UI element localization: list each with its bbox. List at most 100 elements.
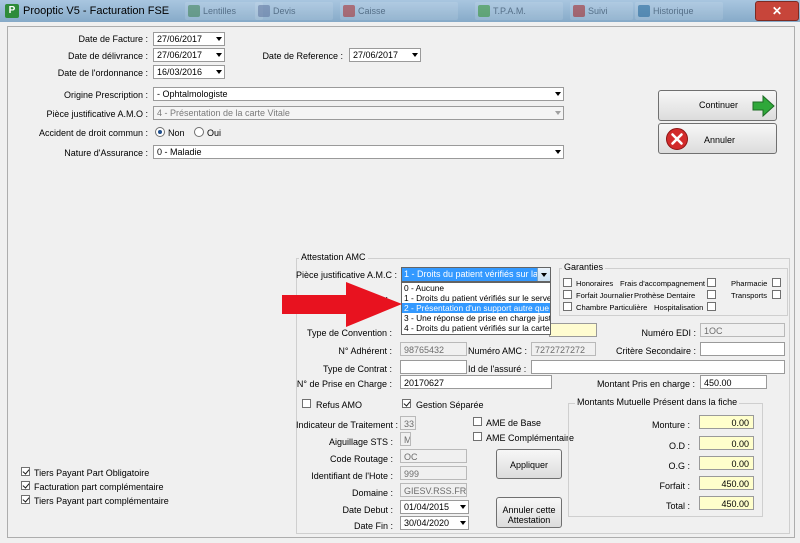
forfait-journalier-checkbox[interactable] (563, 290, 572, 299)
dropdown-option[interactable]: 1 - Droits du patient vérifiés sur le se… (402, 293, 550, 303)
refus-amo-checkbox[interactable] (302, 399, 311, 408)
transports-checkbox[interactable] (772, 290, 781, 299)
date-debut-picker[interactable]: 01/04/2015 (400, 500, 469, 514)
tab-label: Historique (653, 6, 694, 16)
annuler-attestation-line2: Attestation (507, 515, 551, 525)
title-bar: P Prooptic V5 - Facturation FSE Lentille… (0, 0, 800, 22)
tab-icon (258, 5, 270, 17)
type-convention-input[interactable] (549, 323, 597, 337)
montants-title: Montants Mutuelle Présent dans la fiche (575, 397, 740, 407)
annuler-attestation-button[interactable]: Annuler cette Attestation (496, 497, 562, 528)
chevron-down-icon (216, 53, 222, 57)
chevron-down-icon (460, 521, 466, 525)
og-value: 0.00 (699, 456, 754, 470)
prise-charge-input[interactable]: 20170627 (400, 375, 552, 389)
dropdown-option[interactable]: 3 - Une réponse de prise en charge justi… (402, 313, 550, 323)
og-label: O.G : (668, 461, 690, 471)
type-convention-label: Type de Convention : (306, 328, 392, 338)
window-close-button[interactable]: ✕ (755, 1, 799, 21)
hospitalisation-checkbox[interactable] (707, 302, 716, 311)
total-label: Total : (665, 501, 690, 511)
ame-complementaire-checkbox[interactable] (473, 432, 482, 441)
tab-label: Suivi (588, 6, 608, 16)
garanties-title: Garanties (562, 262, 606, 272)
aiguillage-input: M (400, 432, 411, 446)
piece-amo-value: 4 - Présentation de la carte Vitale (157, 108, 290, 118)
id-assure-input[interactable] (531, 360, 785, 374)
pharmacie-label: Pharmacie (731, 279, 768, 288)
code-routage-input: OC (400, 449, 467, 463)
chevron-down-icon[interactable] (537, 268, 550, 281)
date-ordonnance-label: Date de l'ordonnance : (57, 68, 148, 78)
montant-pris-input[interactable]: 450.00 (700, 375, 767, 389)
window-title: Prooptic V5 - Facturation FSE (23, 5, 170, 17)
tiers-payant-obligatoire-checkbox[interactable] (21, 467, 30, 476)
piece-amc-select[interactable]: 1 - Droits du patient vérifiés sur la ca… (401, 267, 551, 282)
pharmacie-checkbox[interactable] (772, 278, 781, 287)
date-delivrance-value: 27/06/2017 (157, 50, 203, 60)
dropdown-option[interactable]: 4 - Droits du patient vérifiés sur la ca… (402, 323, 550, 333)
tab-icon (638, 5, 650, 17)
numero-edi-label: Numéro EDI : (641, 328, 696, 338)
accident-label: Accident de droit commun : (38, 128, 148, 138)
piece-amc-dropdown-list[interactable]: 0 - Aucune 1 - Droits du patient vérifié… (401, 282, 551, 335)
monture-label: Monture : (651, 420, 690, 430)
gestion-separee-label: Gestion Séparée (416, 400, 484, 410)
prothese-dentaire-checkbox[interactable] (707, 290, 716, 299)
chambre-particuliere-checkbox[interactable] (563, 302, 572, 311)
piece-amc-value: 1 - Droits du patient vérifiés sur la ca… (402, 268, 541, 281)
continuer-button[interactable]: Continuer (658, 90, 777, 121)
accident-non-radio[interactable] (155, 127, 165, 137)
ame-base-label: AME de Base (486, 418, 542, 428)
gestion-separee-checkbox[interactable] (402, 399, 411, 408)
facturation-complementaire-checkbox[interactable] (21, 481, 30, 490)
transports-label: Transports (731, 291, 768, 300)
type-contrat-label: Type de Contrat : (322, 364, 392, 374)
annuler-attestation-line1: Annuler cette (502, 505, 556, 515)
chevron-down-icon (555, 111, 561, 115)
origine-prescription-label: Origine Prescription : (63, 90, 148, 100)
date-reference-picker[interactable]: 27/06/2017 (349, 48, 421, 62)
honoraires-checkbox[interactable] (563, 278, 572, 287)
nature-assurance-label: Nature d'Assurance : (64, 148, 148, 158)
piece-amo-label: Pièce justificative A.M.O : (46, 109, 148, 119)
app-icon: P (5, 4, 19, 18)
appliquer-button[interactable]: Appliquer (496, 449, 562, 479)
aiguillage-label: Aiguillage STS : (328, 437, 393, 447)
tab-label: Caisse (358, 6, 386, 16)
numero-amc-label: Numéro AMC : (468, 346, 528, 356)
chevron-down-icon (216, 70, 222, 74)
dropdown-option[interactable]: 0 - Aucune (402, 283, 550, 293)
tiers-payant-complementaire-checkbox[interactable] (21, 495, 30, 504)
date-delivrance-label: Date de délivrance : (67, 51, 148, 61)
date-ordonnance-value: 16/03/2016 (157, 67, 203, 77)
identifiant-hote-label: Identifiant de l'Hote : (311, 471, 393, 481)
date-facture-label: Date de Facture : (78, 34, 148, 44)
date-fin-picker[interactable]: 30/04/2020 (400, 516, 469, 530)
id-assure-label: Id de l'assuré : (468, 364, 527, 374)
identifiant-hote-input: 999 (400, 466, 467, 480)
prise-charge-label: N° de Prise en Charge : (296, 379, 392, 389)
attestation-amc-title: Attestation AMC (299, 252, 368, 262)
date-facture-picker[interactable]: 27/06/2017 (153, 32, 225, 46)
indicateur-input: 33 (400, 416, 416, 430)
nature-assurance-select[interactable]: 0 - Maladie (153, 145, 564, 159)
od-value: 0.00 (699, 436, 754, 450)
dropdown-option-highlighted[interactable]: 2 - Présentation d'un support autre que … (402, 303, 550, 313)
date-ordonnance-picker[interactable]: 16/03/2016 (153, 65, 225, 79)
accident-oui-radio[interactable] (194, 127, 204, 137)
arrow-right-icon (752, 94, 775, 118)
ame-base-checkbox[interactable] (473, 417, 482, 426)
ame-complementaire-label: AME Complémentaire (486, 433, 575, 443)
date-delivrance-picker[interactable]: 27/06/2017 (153, 48, 225, 62)
annuler-button[interactable]: Annuler (658, 123, 777, 154)
frais-accompagnement-label: Frais d'accompagnement (620, 279, 706, 288)
origine-prescription-select[interactable]: - Ophtalmologiste (153, 87, 564, 101)
monture-value: 0.00 (699, 415, 754, 429)
critere-secondaire-input[interactable] (700, 342, 785, 356)
frais-accompagnement-checkbox[interactable] (707, 278, 716, 287)
date-reference-label: Date de Reference : (262, 51, 343, 61)
cancel-icon (666, 128, 688, 150)
honoraires-label: Honoraires (576, 279, 614, 288)
type-contrat-input[interactable] (400, 360, 467, 374)
